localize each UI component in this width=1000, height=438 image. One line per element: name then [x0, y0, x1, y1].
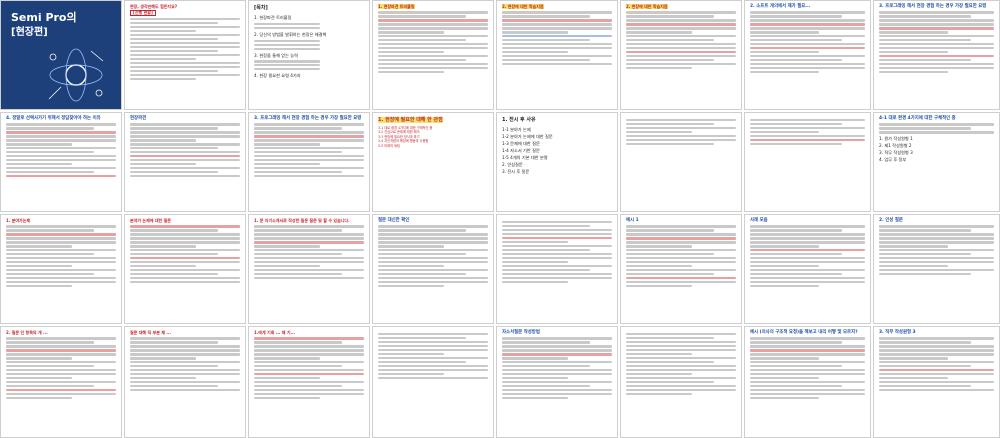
document-page-11[interactable]: 3. 프로그래밍 해서 현장 경험 하는 경우 가장 필요한 요령 — [248, 112, 370, 212]
document-page-7[interactable]: 2. 소프트 개의에서 제가 필요... — [744, 0, 871, 110]
document-page-grid: Semi Pro의 [현장편] 현장, 생각만해도 힘든지요? [진행 현황] … — [0, 0, 1000, 438]
document-page-32[interactable]: 3. 직무 작성원형 3 — [873, 326, 1000, 438]
page-heading: 2. 현장에 대한 학습지점 — [626, 4, 668, 9]
page-heading: 2. 현장에 대한 학습지점 — [502, 4, 544, 9]
toc-item[interactable]: 4. 현장 필요한 요령 4가지 — [254, 72, 364, 79]
page-heading: 현장파견 — [130, 116, 147, 121]
cover-page[interactable]: Semi Pro의 [현장편] — [0, 0, 122, 110]
page-heading: 자소서질문 작성방법 — [502, 330, 540, 335]
page-heading: 2. 인성 질문 — [879, 218, 903, 223]
page-heading: 질문 대해 직 부분 제 ... — [130, 330, 171, 335]
index-heading: 1. 전시 후 사유 — [502, 117, 536, 123]
document-page-16[interactable]: 4-1 대로 환경 4가지에 대한 구체적인 중 1. 원가 작성원형 1 2.… — [873, 112, 1000, 212]
list-item[interactable]: 2. 제1 작성원형 2 — [879, 142, 994, 149]
page-heading: 사례 모음 — [750, 218, 768, 223]
document-page-19[interactable]: 1. 문 자기소개서로 작성한 질문 질문 및 할 수 있습니다. — [248, 214, 370, 324]
page-heading: 3. 프로그래밍 해서 현장 경험 하는 경우 가장 필요한 요령 — [254, 116, 362, 121]
document-page-8[interactable]: 3. 프로그래밍 해서 현장 경험 하는 경우 가장 필요한 요령 — [873, 0, 1000, 110]
index-item[interactable]: 3. 전시 후 질문 — [502, 168, 612, 175]
index-item[interactable]: 1-3 문제에 대한 질문 — [502, 140, 612, 147]
document-page-25[interactable]: 2. 질문 인 항목의 개 ... — [0, 326, 122, 438]
page-heading: 2. 소프트 개의에서 제가 필요... — [750, 4, 811, 9]
cover-subtitle: [현장편] — [11, 27, 48, 38]
document-page-24[interactable]: 2. 인성 질문 — [873, 214, 1000, 324]
document-page-22[interactable]: 예시 1 — [620, 214, 742, 324]
document-page-26[interactable]: 질문 대해 직 부분 제 ... — [124, 326, 246, 438]
document-page-3-toc[interactable]: [목차] 1. 현장파견 트러블링 2. 당신의 방법을 발휘하는 현장은 해결… — [248, 0, 370, 110]
document-page-20[interactable]: 질문 대신한 확인 — [372, 214, 494, 324]
toc-item[interactable]: 1. 현장파견 트러블링 — [254, 14, 364, 21]
document-page-28[interactable] — [372, 326, 494, 438]
document-page-9[interactable]: 4. 정말로 선택사가기 위해서 정답찾아야 하는 이유 — [0, 112, 122, 212]
document-page-10[interactable]: 현장파견 — [124, 112, 246, 212]
document-page-5[interactable]: 2. 현장에 대한 학습지점 — [496, 0, 618, 110]
index-item[interactable]: 1-2 분야가 논제에 대한 질문 — [502, 133, 612, 140]
page-heading: 분야가 논제에 대한 질문 — [130, 218, 171, 223]
page-heading: 예시 1 — [626, 218, 639, 223]
document-page-6[interactable]: 2. 현장에 대한 학습지점 — [620, 0, 742, 110]
document-page-21[interactable] — [496, 214, 618, 324]
document-page-23[interactable]: 사례 모음 — [744, 214, 871, 324]
cover-title: Semi Pro의 — [11, 11, 77, 24]
page-heading: 1. 분야가논제 — [6, 218, 31, 223]
science-illustration-icon — [48, 48, 104, 102]
toc-item[interactable]: 3. 현장을 통해 얻는 능력 — [254, 52, 364, 59]
document-page-13-index[interactable]: 1. 전시 후 사유 1-1 분야가 논제 1-2 분야가 논제에 대한 질문 … — [496, 112, 618, 212]
toc-item[interactable]: 2. 당신의 방법을 발휘하는 현장은 해결책 — [254, 31, 364, 38]
document-page-18[interactable]: 분야가 논제에 대한 질문 — [124, 214, 246, 324]
index-item[interactable]: 1-4 자소서 기반 질문 — [502, 147, 612, 154]
document-page-15[interactable] — [744, 112, 871, 212]
page-heading: 1.에게 기회 ... 제 기... — [254, 330, 296, 335]
page-heading: 2. 질문 인 항목의 개 ... — [6, 330, 48, 335]
page-heading: 1. 현장파견 트러블링 — [378, 4, 415, 9]
index-item[interactable]: 1-5 4개의 기본 대한 분명 — [502, 154, 612, 161]
document-page-4[interactable]: 1. 현장파견 트러블링 — [372, 0, 494, 110]
document-page-17[interactable]: 1. 분야가논제 — [0, 214, 122, 324]
list-item[interactable]: 3. 직무 작성원형 3 — [879, 149, 994, 156]
page-heading: 4-1 대로 환경 4가지에 대한 구체적인 중 — [879, 116, 956, 121]
list-item[interactable]: 4. 업무 후 정부 — [879, 156, 994, 163]
section-heading: 1. 현장에 필요한 대해 한 관점 — [378, 117, 443, 123]
document-page-2[interactable]: 현장, 생각만해도 힘든지요? [진행 현황] — [124, 0, 246, 110]
index-item[interactable]: 2. 인성질문 — [502, 161, 612, 168]
section-item[interactable]: 3-5 미래의 세팅 — [378, 144, 488, 148]
list-item[interactable]: 1. 원가 작성원형 1 — [879, 135, 994, 142]
document-page-12[interactable]: 1. 현장에 필요한 대해 한 관점 3-1 대로 환경 4가지에 대한 구체적… — [372, 112, 494, 212]
document-page-27[interactable]: 1.에게 기회 ... 제 기... — [248, 326, 370, 438]
page-heading: 3. 프로그래밍 해서 현장 경험 하는 경우 가장 필요한 요령 — [879, 4, 987, 9]
page-heading: 3. 직무 작성원형 3 — [879, 330, 916, 335]
page-heading: 질문 대신한 확인 — [378, 218, 410, 223]
page-heading: 1. 문 자기소개서로 작성한 질문 질문 및 할 수 있습니다. — [254, 218, 350, 223]
index-item[interactable]: 1-1 분야가 논제 — [502, 126, 612, 133]
page-subheading: [진행 현황] — [130, 9, 156, 17]
toc-heading: [목차] — [254, 5, 268, 11]
page-heading: 예시 (의사의 구조적 요청)을 해보고 내리 어떻 및 모르지? — [750, 330, 858, 335]
page-heading: 4. 정말로 선택사가기 위해서 정답찾아야 하는 이유 — [6, 116, 101, 121]
document-page-29[interactable]: 자소서질문 작성방법 — [496, 326, 618, 438]
document-page-30[interactable] — [620, 326, 742, 438]
document-page-31[interactable]: 예시 (의사의 구조적 요청)을 해보고 내리 어떻 및 모르지? — [744, 326, 871, 438]
document-page-14[interactable] — [620, 112, 742, 212]
